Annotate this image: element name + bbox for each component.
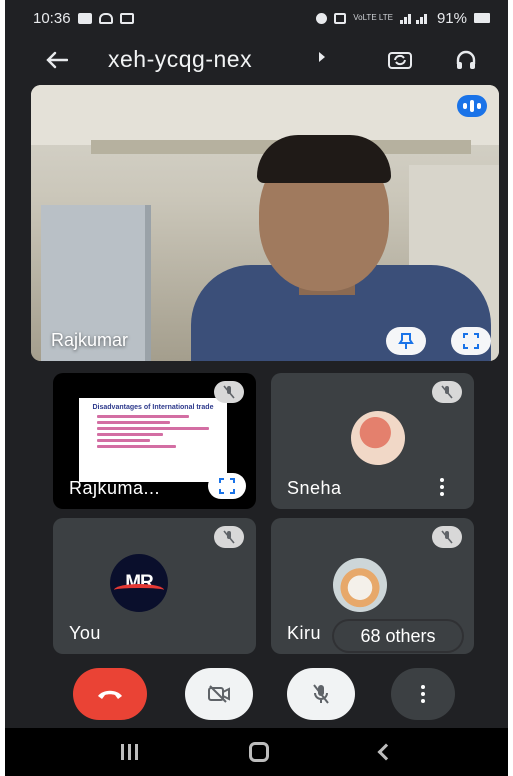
participant-tile-you[interactable]: MR You [53,518,256,654]
mic-off-icon [313,684,329,704]
audio-level-icon [457,95,487,117]
meeting-appbar: xeh-ycqg-nex [5,36,508,82]
avatar: MR [110,554,168,612]
headphones-notification-icon [98,12,113,24]
pin-button[interactable] [386,327,426,355]
mic-off-icon [214,526,244,548]
speaker-video-hair [257,135,391,183]
participant-more-button[interactable] [436,475,448,499]
meeting-code-title[interactable]: xeh-ycqg-nex [108,46,252,73]
others-count-button[interactable]: 68 others [334,621,462,651]
participant-tile-presentation[interactable]: Disadvantages of International trade Raj… [53,373,256,509]
participant-tile-others[interactable]: Kiru 68 others [271,518,474,654]
battery-icon [474,13,490,23]
mic-off-icon [214,381,244,403]
avatar [333,558,387,612]
signal-icon [399,14,427,24]
pin-icon [398,333,414,349]
participant-name: Sneha [287,478,342,498]
more-vert-icon [421,685,425,689]
avatar [351,411,405,465]
gallery-notification-icon [77,12,92,24]
mic-off-icon [432,526,462,548]
phone-hangup-icon [98,690,122,699]
battery-percent: 91% [436,9,467,27]
microphone-toggle-button[interactable] [287,668,355,720]
switch-camera-icon [388,52,412,69]
status-bar-left: 10:36 [33,10,134,27]
main-speaker-tile[interactable]: Rajkumar [31,85,499,361]
back-nav-button[interactable] [377,743,395,761]
headphones-icon [456,50,476,69]
camera-toggle-button[interactable] [185,668,253,720]
system-navigation-bar [5,728,508,776]
network-label: VoLTE LTE [353,13,393,22]
main-speaker-name: Rajkumar [51,330,129,350]
slide-title: Disadvantages of International trade [92,404,214,411]
home-button[interactable] [248,742,269,762]
video-off-icon [208,685,230,703]
cast-notification-icon [119,12,134,24]
fullscreen-icon [219,478,235,494]
audio-output-button[interactable] [449,44,483,76]
video-ceiling [31,85,499,145]
arrow-left-icon [46,51,68,69]
fullscreen-icon [463,333,479,349]
leave-call-button[interactable] [73,668,147,720]
more-options-button[interactable] [391,668,455,720]
status-time: 10:36 [33,9,71,27]
mic-off-icon [432,381,462,403]
mute-notification-icon [334,12,347,24]
alarm-icon [316,12,328,24]
participant-name: You [69,623,101,643]
fullscreen-button[interactable] [451,327,491,355]
presentation-fullscreen-button[interactable] [208,473,246,499]
participant-tile-sneha[interactable]: Sneha [271,373,474,509]
meet-call-screen: 10:36 VoLTE LTE 91% xeh-ycqg-nex Rajkuma… [5,0,508,776]
chevron-right-icon[interactable] [319,52,325,62]
switch-camera-button[interactable] [383,44,417,76]
back-button[interactable] [41,44,73,76]
status-bar-right: VoLTE LTE 91% [316,10,490,27]
call-controls [5,668,508,728]
recent-apps-button[interactable] [120,744,138,760]
participant-name: Rajkuma... [69,478,161,498]
status-bar: 10:36 VoLTE LTE 91% [5,0,508,36]
participant-name: Kiru [287,623,322,643]
shared-slide: Disadvantages of International trade [79,398,227,482]
